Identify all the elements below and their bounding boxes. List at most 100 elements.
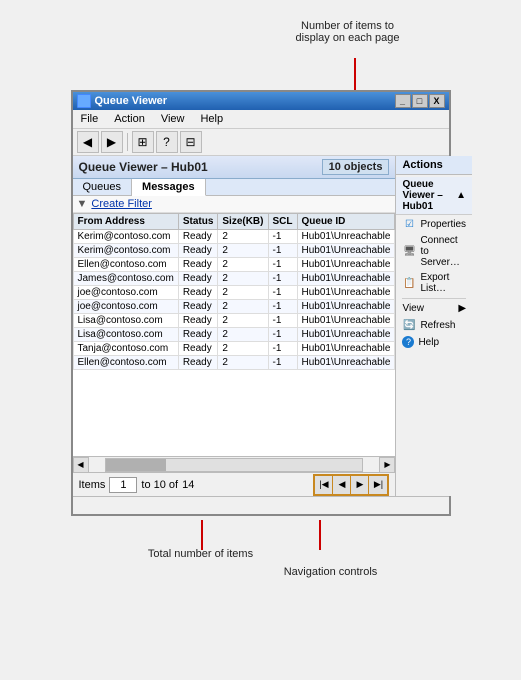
maximize-button[interactable]: □ [412,94,428,108]
navigation-controls: |◀ ◀ ▶ ▶| [313,474,389,496]
table-cell: 2 [218,328,268,342]
help-button[interactable]: ? [156,131,178,153]
scroll-left-button[interactable]: ◀ [73,457,89,473]
col-size[interactable]: Size(KB) [218,214,268,230]
table-cell: Ready [178,286,218,300]
table-cell: Ready [178,314,218,328]
window-controls: _ □ X [395,94,445,108]
title-bar: Queue Viewer _ □ X [73,92,449,110]
table-cell: 2 [218,314,268,328]
close-button[interactable]: X [429,94,445,108]
filter-bar: ▼ Create Filter [73,196,396,213]
table-cell: -1 [268,300,297,314]
action-refresh[interactable]: 🔄 Refresh [396,316,472,334]
table-cell: 2 [218,230,268,244]
table-row[interactable]: Lisa@contoso.comReady2-1Hub01\Unreachabl… [73,314,395,328]
table-row[interactable]: Tanja@contoso.comReady2-1Hub01\Unreachab… [73,342,395,356]
table-row[interactable]: James@contoso.comReady2-1Hub01\Unreachab… [73,272,395,286]
table-cell: Kerim@contoso.com [73,230,178,244]
col-from-address[interactable]: From Address [73,214,178,230]
scroll-track[interactable] [105,458,364,472]
table-cell: Hub01\Unreachable [297,286,395,300]
toolbar: ◀ ▶ ⊞ ? ⊟ [73,129,449,156]
action-connect-server[interactable]: 🖥 Connect to Server… [396,233,472,270]
table-cell: Hub01\Unreachable [297,314,395,328]
minimize-button[interactable]: _ [395,94,411,108]
action-view[interactable]: View ▶ [396,301,472,316]
table-cell: joe@contoso.com [73,286,178,300]
actions-section: Queue Viewer – Hub01 ▲ ☑ Properties 🖥 Co… [396,175,472,352]
table-cell: Hub01\Unreachable [297,300,395,314]
table-row[interactable]: Kerim@contoso.comReady2-1Hub01\Unreachab… [73,244,395,258]
table-cell: Hub01\Unreachable [297,356,395,370]
create-filter-link[interactable]: Create Filter [91,198,152,210]
properties-icon: ☑ [402,217,416,231]
data-table: From Address Status Size(KB) SCL Queue I… [73,213,396,370]
grid-button[interactable]: ⊞ [132,131,154,153]
properties-button[interactable]: ⊟ [180,131,202,153]
table-cell: 2 [218,356,268,370]
menu-help[interactable]: Help [196,112,227,126]
menu-view[interactable]: View [157,112,189,126]
table-cell: -1 [268,244,297,258]
table-cell: Hub01\Unreachable [297,328,395,342]
table-cell: Lisa@contoso.com [73,328,178,342]
actions-panel: Actions Queue Viewer – Hub01 ▲ ☑ Propert… [396,156,472,496]
filter-icon: ▼ [77,198,88,210]
menu-action[interactable]: Action [110,112,149,126]
table-row[interactable]: Ellen@contoso.comReady2-1Hub01\Unreachab… [73,258,395,272]
table-row[interactable]: joe@contoso.comReady2-1Hub01\Unreachable [73,286,395,300]
content-area: Queue Viewer – Hub01 10 objects Queues M… [73,156,449,496]
nav-next-button[interactable]: ▶ [351,476,369,494]
table-cell: joe@contoso.com [73,300,178,314]
total-count: 14 [182,479,194,491]
nav-prev-button[interactable]: ◀ [333,476,351,494]
table-row[interactable]: Lisa@contoso.comReady2-1Hub01\Unreachabl… [73,328,395,342]
table-cell: 2 [218,342,268,356]
action-refresh-label: Refresh [420,320,455,331]
window-title: Queue Viewer [95,95,391,107]
table-cell: 2 [218,258,268,272]
action-help[interactable]: ? Help [396,334,472,350]
page-input[interactable] [109,477,137,493]
table-cell: Ready [178,342,218,356]
table-cell: -1 [268,342,297,356]
table-row[interactable]: Kerim@contoso.comReady2-1Hub01\Unreachab… [73,230,395,244]
data-table-wrapper[interactable]: From Address Status Size(KB) SCL Queue I… [73,213,396,456]
table-row[interactable]: joe@contoso.comReady2-1Hub01\Unreachable [73,300,395,314]
col-queue-id[interactable]: Queue ID [297,214,395,230]
action-help-label: Help [418,337,439,348]
panel-header: Queue Viewer – Hub01 10 objects [73,156,396,179]
tab-bar: Queues Messages [73,179,396,196]
table-cell: Hub01\Unreachable [297,244,395,258]
table-cell: James@contoso.com [73,272,178,286]
submenu-arrow: ▶ [458,303,466,314]
table-cell: -1 [268,258,297,272]
refresh-icon: 🔄 [402,318,416,332]
tab-queues[interactable]: Queues [73,179,133,195]
col-status[interactable]: Status [178,214,218,230]
scroll-right-button[interactable]: ▶ [379,457,395,473]
col-scl[interactable]: SCL [268,214,297,230]
back-button[interactable]: ◀ [77,131,99,153]
action-export-list[interactable]: 📋 Export List… [396,270,472,296]
tab-messages[interactable]: Messages [132,179,206,196]
table-row[interactable]: Ellen@contoso.comReady2-1Hub01\Unreachab… [73,356,395,370]
horizontal-scrollbar[interactable]: ◀ ▶ [73,456,396,472]
table-cell: -1 [268,328,297,342]
nav-last-button[interactable]: ▶| [369,476,387,494]
table-cell: Hub01\Unreachable [297,258,395,272]
actions-section-chevron: ▲ [456,190,466,201]
actions-section-title[interactable]: Queue Viewer – Hub01 ▲ [396,177,472,215]
forward-button[interactable]: ▶ [101,131,123,153]
table-header-row: From Address Status Size(KB) SCL Queue I… [73,214,395,230]
menu-file[interactable]: File [77,112,103,126]
window-icon [77,94,91,108]
nav-first-button[interactable]: |◀ [315,476,333,494]
table-cell: Ready [178,244,218,258]
connect-server-icon: 🖥 [402,245,416,259]
scroll-thumb[interactable] [106,459,166,471]
table-cell: Ellen@contoso.com [73,258,178,272]
table-cell: -1 [268,314,297,328]
action-properties[interactable]: ☑ Properties [396,215,472,233]
